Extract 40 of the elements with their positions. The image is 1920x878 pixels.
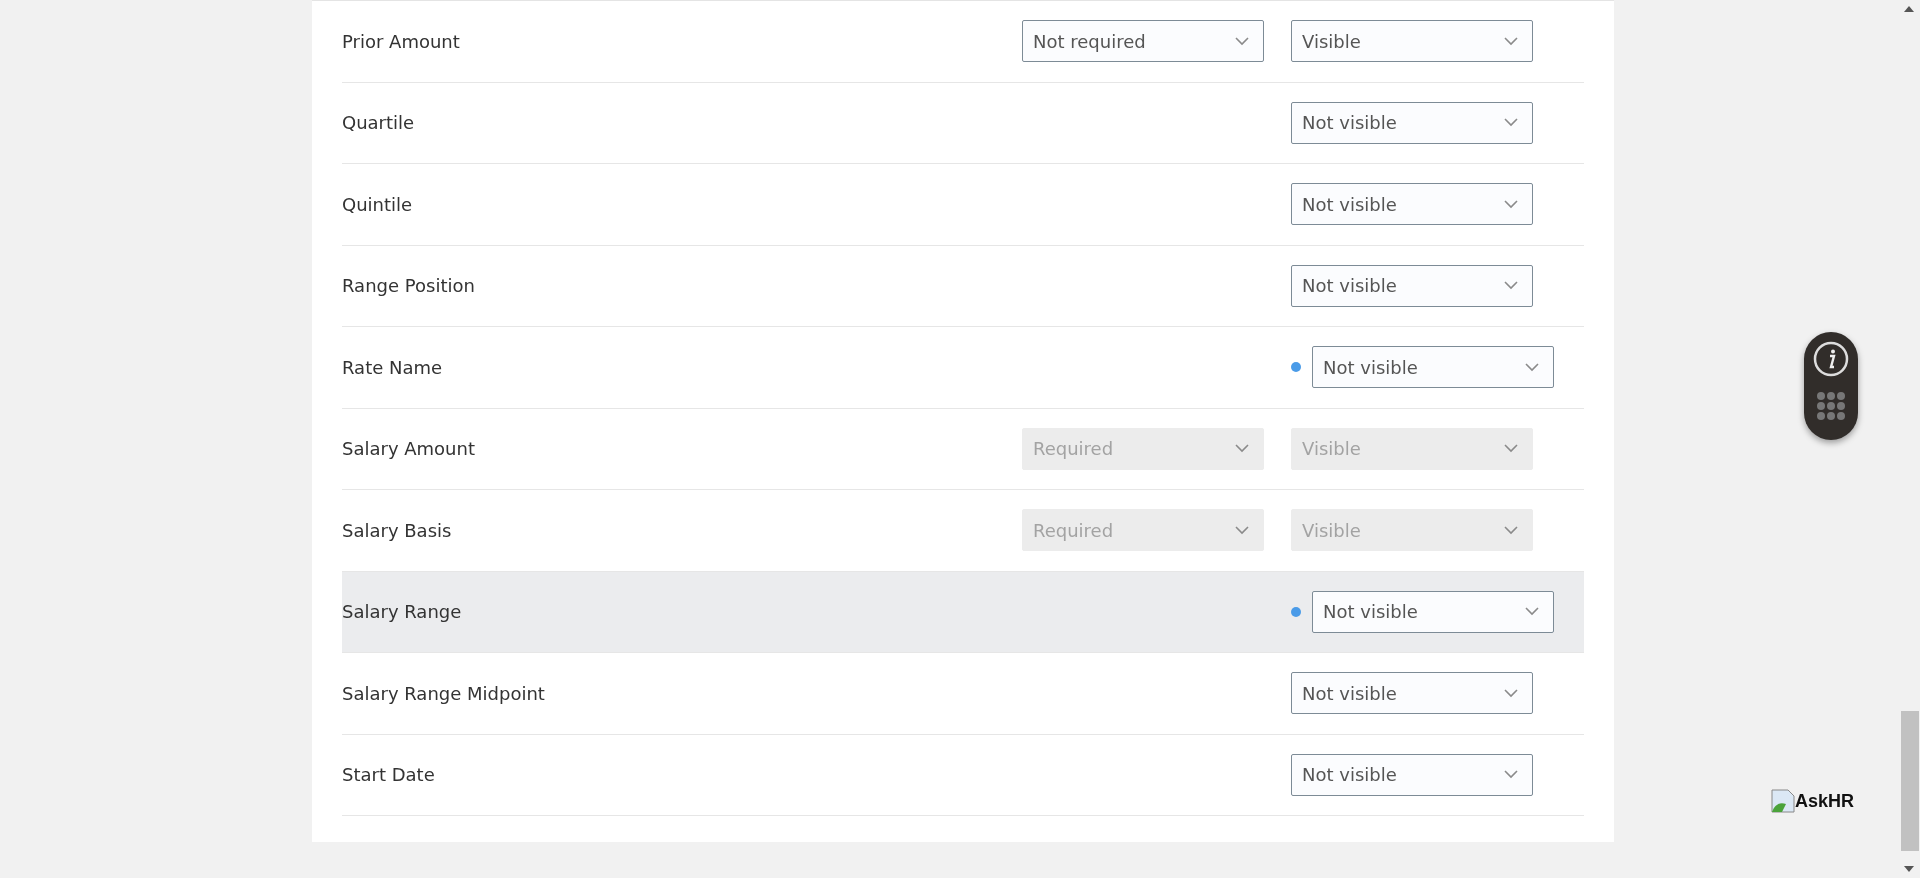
info-icon[interactable]: [1813, 341, 1849, 377]
field-label: Quintile: [342, 193, 414, 215]
chevron-down-icon: [1504, 444, 1518, 454]
field-label: Quartile: [342, 112, 416, 134]
chevron-down-icon: [1504, 36, 1518, 46]
field-label: Start Date: [342, 764, 436, 786]
field-label: Salary Amount: [342, 438, 476, 460]
chevron-down-icon: [1504, 688, 1518, 698]
chevron-down-icon: [1235, 444, 1249, 454]
field-label: Salary Range Midpoint: [342, 682, 546, 704]
chevron-down-icon: [1525, 607, 1539, 617]
chevron-down-icon: [1504, 525, 1518, 535]
askhr-link[interactable]: AskHR: [1795, 790, 1855, 812]
chevron-down-icon: [1235, 525, 1249, 535]
visibility-dropdown[interactable]: Not visible: [1312, 346, 1554, 389]
requirement-dropdown[interactable]: Not required: [1022, 20, 1264, 63]
chevron-down-icon: [1504, 199, 1518, 209]
visibility-dropdown[interactable]: Not visible: [1291, 264, 1533, 307]
field-label: Rate Name: [342, 356, 444, 378]
chevron-down-icon: [1504, 281, 1518, 291]
chevron-down-icon: [1525, 362, 1539, 372]
help-widget[interactable]: [1804, 332, 1858, 440]
scroll-down-arrow-icon[interactable]: [1904, 866, 1914, 872]
chevron-down-icon: [1504, 770, 1518, 780]
scroll-up-arrow-icon[interactable]: [1904, 6, 1914, 12]
chevron-down-icon: [1235, 36, 1249, 46]
chevron-down-icon: [1504, 118, 1518, 128]
visibility-dropdown[interactable]: Not visible: [1291, 672, 1533, 715]
field-label: Salary Basis: [342, 519, 453, 541]
scrollbar-thumb[interactable]: [1901, 711, 1919, 851]
apps-grid-icon[interactable]: [1816, 391, 1846, 421]
visibility-dropdown[interactable]: Not visible: [1291, 101, 1533, 144]
broken-image-icon: [1771, 789, 1795, 813]
field-label: Range Position: [342, 275, 476, 297]
visibility-dropdown[interactable]: Not visible: [1291, 753, 1533, 796]
visibility-dropdown[interactable]: Not visible: [1312, 590, 1554, 633]
field-label: Salary Range: [342, 601, 463, 623]
field-label: Prior Amount: [342, 30, 461, 52]
visibility-dropdown[interactable]: Not visible: [1291, 183, 1533, 226]
visibility-dropdown[interactable]: Visible: [1291, 20, 1533, 63]
